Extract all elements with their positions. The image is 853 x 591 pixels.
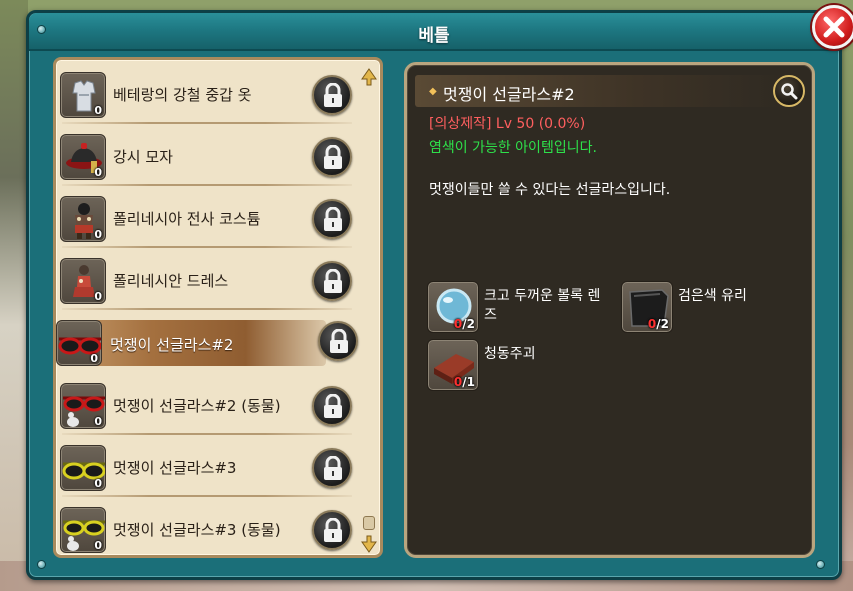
jiangshi-hat-icon: 0 bbox=[60, 134, 106, 180]
detail-title: 멋쟁이 선글라스#2 bbox=[443, 85, 575, 104]
list-item[interactable]: 0 강시 모자 bbox=[56, 124, 356, 186]
scroll-down-button[interactable] bbox=[361, 535, 377, 553]
bronze-ingot-icon: 0/1 bbox=[427, 339, 479, 391]
detail-header: ◆ 멋쟁이 선글라스#2 bbox=[415, 75, 785, 107]
scroll-up-button[interactable] bbox=[361, 68, 377, 86]
material-slot[interactable]: 0/2 검은색 유리 bbox=[621, 281, 801, 333]
red-sunglasses-animal-icon: 0 bbox=[60, 383, 106, 429]
dye-note: 염색이 가능한 아이템입니다. bbox=[429, 140, 597, 156]
material-count: 0/2 bbox=[647, 317, 669, 331]
item-count: 0 bbox=[94, 228, 102, 241]
background-scenery bbox=[0, 0, 28, 591]
lock-icon bbox=[324, 394, 342, 418]
material-name: 검은색 유리 bbox=[678, 288, 747, 304]
item-name: 폴리네시아 전사 코스튬 bbox=[113, 210, 261, 228]
list-item[interactable]: 0 멋쟁이 선글라스#3 bbox=[56, 435, 356, 497]
list-item[interactable]: 0 베테랑의 강철 중갑 옷 bbox=[56, 62, 356, 124]
lock-button[interactable] bbox=[312, 386, 352, 426]
convex-lens-icon: 0/2 bbox=[427, 281, 479, 333]
divider bbox=[62, 308, 352, 310]
craft-requirement: [의상제작] Lv 50 (0.0%) bbox=[429, 116, 586, 132]
lock-icon bbox=[324, 269, 342, 293]
material-name: 청동주괴 bbox=[484, 346, 536, 362]
polynesian-warrior-costume-icon: 0 bbox=[60, 196, 106, 242]
scroll-thumb[interactable] bbox=[363, 516, 375, 530]
window-titlebar[interactable]: 베틀 bbox=[29, 13, 839, 51]
polynesian-dress-icon: 0 bbox=[60, 258, 106, 304]
lock-button[interactable] bbox=[312, 75, 352, 115]
item-name: 멋쟁이 선글라스#3 (동물) bbox=[113, 521, 281, 539]
red-sunglasses-icon: 0 bbox=[56, 320, 102, 366]
lock-button[interactable] bbox=[312, 448, 352, 488]
close-icon bbox=[823, 16, 845, 38]
preview-button[interactable] bbox=[773, 75, 805, 107]
black-glass-icon: 0/2 bbox=[621, 281, 673, 333]
lock-icon bbox=[324, 518, 342, 542]
lock-icon bbox=[324, 207, 342, 231]
list-item[interactable]: 0 멋쟁이 선글라스#3 (동물) bbox=[56, 497, 356, 555]
lock-icon bbox=[324, 456, 342, 480]
yellow-sunglasses-animal-icon: 0 bbox=[60, 507, 106, 553]
lock-icon bbox=[324, 83, 342, 107]
list-item[interactable]: 0 폴리네시안 드레스 bbox=[56, 248, 356, 310]
item-count: 0 bbox=[94, 290, 102, 303]
list-item[interactable]: 0 멋쟁이 선글라스#2 (동물) bbox=[56, 373, 356, 435]
item-count: 0 bbox=[94, 415, 102, 428]
list-item[interactable]: 0 폴리네시아 전사 코스튬 bbox=[56, 186, 356, 248]
list-scrollbar[interactable] bbox=[360, 68, 378, 553]
item-name: 멋쟁이 선글라스#3 bbox=[113, 459, 237, 477]
arrow-down-icon bbox=[361, 535, 377, 553]
item-name: 멋쟁이 선글라스#2 bbox=[110, 336, 234, 354]
item-count: 0 bbox=[90, 352, 98, 365]
item-description: 멋쟁이들만 쓸 수 있다는 선글라스입니다. bbox=[429, 182, 671, 198]
material-count: 0/2 bbox=[453, 317, 475, 331]
item-name: 멋쟁이 선글라스#2 (동물) bbox=[113, 397, 281, 415]
lock-icon bbox=[330, 329, 348, 353]
item-count: 0 bbox=[94, 166, 102, 179]
lock-button[interactable] bbox=[312, 199, 352, 239]
diamond-bullet-icon: ◆ bbox=[429, 86, 437, 97]
item-count: 0 bbox=[94, 104, 102, 117]
yellow-sunglasses-icon: 0 bbox=[60, 445, 106, 491]
rivet-decoration bbox=[816, 560, 825, 569]
item-count: 0 bbox=[94, 477, 102, 490]
material-slot[interactable]: 0/1 청동주괴 bbox=[427, 339, 607, 391]
item-name: 강시 모자 bbox=[113, 148, 173, 166]
item-name: 폴리네시안 드레스 bbox=[113, 272, 229, 290]
material-name: 크고 두꺼운 볼록 렌즈 bbox=[484, 288, 601, 323]
item-detail-panel: ◆ 멋쟁이 선글라스#2 [의상제작] Lv 50 (0.0%) 염색이 가능한… bbox=[404, 62, 815, 558]
close-button[interactable] bbox=[812, 5, 853, 49]
list-item-selected[interactable]: 0 멋쟁이 선글라스#2 bbox=[56, 314, 358, 376]
item-name: 베테랑의 강철 중갑 옷 bbox=[113, 86, 252, 104]
rivet-decoration bbox=[37, 560, 46, 569]
item-count: 0 bbox=[94, 539, 102, 552]
lock-button[interactable] bbox=[312, 261, 352, 301]
lock-button[interactable] bbox=[312, 510, 352, 550]
magnifier-icon bbox=[781, 83, 798, 100]
steel-armor-icon: 0 bbox=[60, 72, 106, 118]
rivet-decoration bbox=[37, 25, 46, 34]
lock-button[interactable] bbox=[318, 321, 358, 361]
lock-button[interactable] bbox=[312, 137, 352, 177]
window-title: 베틀 bbox=[418, 26, 450, 46]
material-slot[interactable]: 0/2 크고 두꺼운 볼록 렌즈 bbox=[427, 281, 607, 333]
material-count: 0/1 bbox=[453, 375, 475, 389]
arrow-up-icon bbox=[361, 68, 377, 86]
lock-icon bbox=[324, 145, 342, 169]
recipe-list: 0 베테랑의 강철 중갑 옷 0 강시 모자 0 폴리네시아 전사 코스튬 0 … bbox=[53, 57, 383, 558]
